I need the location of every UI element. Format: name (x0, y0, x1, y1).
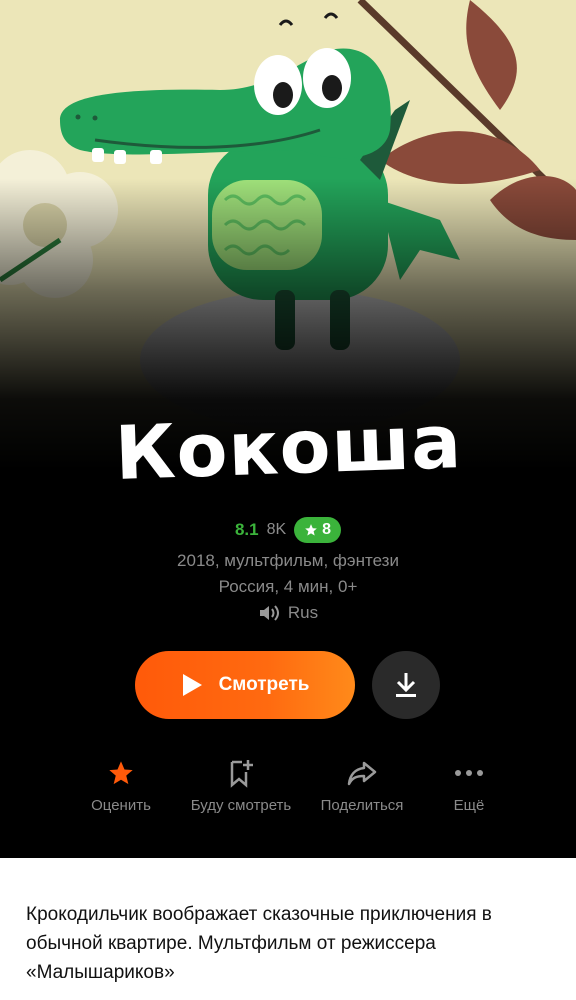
rating-badge-value: 8 (322, 521, 332, 538)
description-panel: Крокодильчик воображает сказочные приклю… (0, 858, 576, 1000)
star-icon (305, 524, 317, 536)
star-icon (109, 761, 133, 785)
more-icon (455, 770, 483, 776)
watch-button[interactable]: Смотреть (135, 651, 355, 719)
watch-button-label: Смотреть (218, 674, 310, 695)
rate-action-label: Оценить (91, 797, 151, 814)
title-logo: Кокоша (0, 399, 576, 497)
bookmark-add-icon (230, 760, 253, 788)
share-icon (347, 761, 377, 786)
play-icon (182, 674, 202, 696)
download-icon (396, 673, 416, 697)
actions-bar: Оценить Буду смотреть Поделиться Ещё (0, 755, 576, 825)
watchlist-action[interactable]: Буду смотреть (171, 755, 311, 814)
watchlist-action-label: Буду смотреть (190, 797, 292, 814)
rating-score: 8.1 (234, 520, 259, 539)
info-line-genre: 2018, мультфильм, фэнтези (177, 551, 399, 570)
info-line-country: Россия, 4 мин, 0+ (218, 577, 358, 596)
rating-badge[interactable]: 8 (294, 517, 342, 543)
rating-votes: 8K (266, 521, 287, 538)
speaker-icon (259, 605, 279, 621)
hero-gradient (0, 0, 576, 470)
audio-language[interactable]: Rus (0, 603, 576, 623)
more-action[interactable]: Ещё (399, 755, 539, 814)
rate-action[interactable]: Оценить (51, 755, 191, 814)
description-text: Крокодильчик воображает сказочные приклю… (26, 904, 492, 983)
audio-language-label: Rus (287, 603, 319, 622)
download-button[interactable] (372, 651, 440, 719)
hero-artwork (0, 0, 576, 470)
rating-row: 8.1 8K 8 (0, 516, 576, 544)
title-logo-text: Кокоша (113, 398, 463, 498)
more-action-label: Ещё (453, 797, 485, 814)
